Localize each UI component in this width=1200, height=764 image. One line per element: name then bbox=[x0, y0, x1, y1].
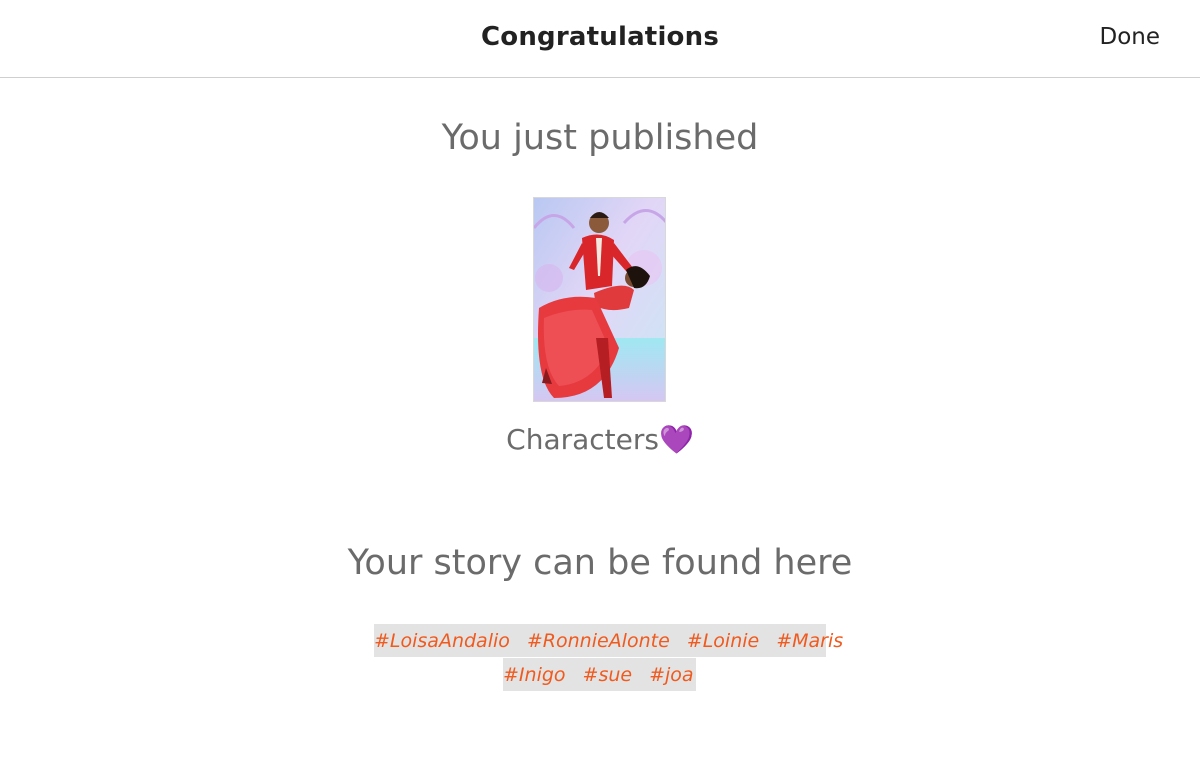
congratulations-screen: Congratulations Done You just published bbox=[0, 0, 1200, 764]
page-title: Congratulations bbox=[480, 22, 719, 52]
tag-row: #LoisaAndalio #RonnieAlonte #Loinie #Mar… bbox=[374, 624, 843, 657]
cover-illustration bbox=[534, 198, 665, 401]
purple-heart-icon: 💜 bbox=[658, 423, 694, 456]
tag-link[interactable]: #RonnieAlonte bbox=[527, 630, 670, 652]
tag-row: #Inigo #sue #joa bbox=[503, 658, 696, 691]
tag-link[interactable]: #Loinie bbox=[687, 630, 759, 652]
published-heading: You just published bbox=[441, 118, 759, 158]
tag-link[interactable]: #LoisaAndalio bbox=[374, 630, 510, 652]
story-title: Characters💜 bbox=[0, 423, 1200, 456]
top-bar: Congratulations Done bbox=[0, 0, 1200, 78]
story-title-text: Characters bbox=[506, 423, 659, 456]
found-heading: Your story can be found here bbox=[347, 543, 853, 583]
tag-link[interactable]: #Maris bbox=[776, 630, 843, 652]
tag-link[interactable]: #sue bbox=[583, 664, 633, 686]
tag-link[interactable]: #joa bbox=[649, 664, 693, 686]
story-cover-image bbox=[533, 197, 666, 402]
done-button[interactable]: Done bbox=[1099, 24, 1160, 50]
tag-link[interactable]: #Inigo bbox=[503, 664, 566, 686]
